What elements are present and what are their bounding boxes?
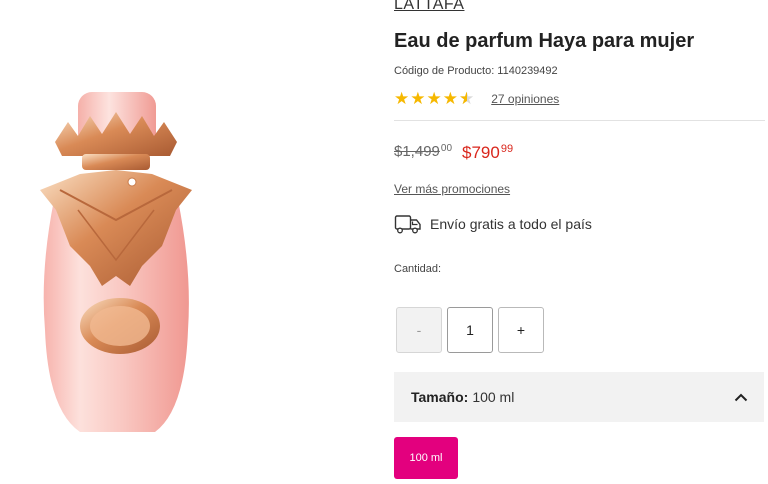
size-option-100ml[interactable]: 100 ml [394,437,458,479]
quantity-label: Cantidad: [394,263,442,275]
old-price-cents: 00 [440,143,453,154]
old-price: $1,499 [394,143,440,160]
rating-row: ★★★★★★ 27 opiniones [394,89,559,109]
product-code-label: Código de Producto: [394,65,495,77]
product-code-value: 1140239492 [497,65,558,77]
more-promotions-link[interactable]: Ver más promociones [394,182,510,196]
quantity-input[interactable]: 1 [447,307,493,353]
decrease-quantity-button[interactable]: - [396,307,442,353]
price-row: $1,499 00 $790 99 [394,143,513,163]
size-selected-value: 100 ml [472,389,515,405]
product-gallery [0,0,380,484]
increase-quantity-button[interactable]: + [498,307,544,353]
size-accordion-header[interactable]: Tamaño: 100 ml [394,372,764,422]
sale-price-cents: 99 [500,143,514,155]
free-shipping-text: Envío gratis a todo el país [430,216,592,232]
truck-icon [394,215,421,234]
reviews-link[interactable]: 27 opiniones [491,92,559,106]
sale-price: $790 [462,143,500,162]
product-code: Código de Producto: 1140239492 [394,65,558,77]
perfume-bottle-image [40,92,192,432]
product-title: Eau de parfum Haya para mujer [394,30,695,52]
chevron-up-icon [734,393,748,402]
quantity-stepper: - 1 + [396,307,544,353]
size-label: Tamaño: [411,389,469,405]
free-shipping: Envío gratis a todo el país [394,214,592,234]
star-rating-icon: ★★★★★★ [394,89,476,108]
divider [394,120,765,121]
brand-link[interactable]: LATTAFA [394,0,464,14]
